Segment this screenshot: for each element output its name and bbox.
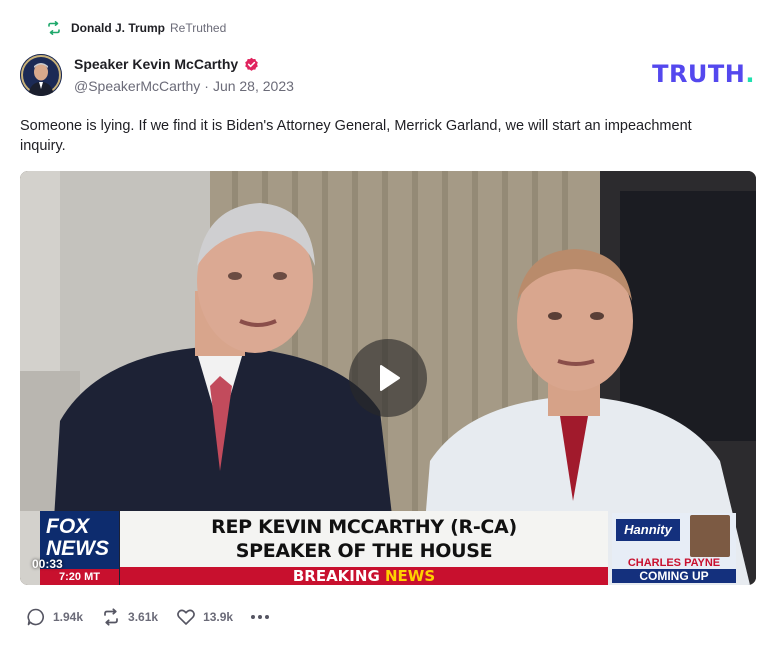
more-options-button[interactable]	[251, 615, 270, 619]
play-button[interactable]	[349, 339, 427, 417]
author-handle[interactable]: @SpeakerMcCarthy	[74, 78, 200, 94]
retruther-name[interactable]: Donald J. Trump	[71, 21, 165, 35]
breaking-word: BREAKING	[292, 567, 385, 585]
video-player[interactable]: FOX NEWS 7:20 MT REP KEVIN MCCARTHY (R-C…	[20, 171, 756, 585]
show-name: Hannity	[616, 519, 680, 541]
truth-logo-text: TRUTH	[652, 60, 746, 88]
show-promo: Hannity CHARLES PAYNE COMING UP	[612, 513, 736, 583]
headline-box: REP KEVIN MCCARTHY (R-CA) SPEAKER OF THE…	[120, 511, 608, 567]
reply-count: 1.94k	[53, 610, 84, 624]
anchor-name: CHARLES PAYNE	[627, 557, 721, 569]
like-count: 13.9k	[203, 610, 234, 624]
retruth-label: ReTruthed	[170, 21, 227, 35]
retruth-button[interactable]: 3.61k	[101, 607, 158, 627]
verified-badge-icon	[245, 57, 258, 71]
reply-button[interactable]: 1.94k	[26, 607, 83, 627]
video-duration: 00:33	[32, 557, 63, 571]
more-icon	[251, 615, 256, 619]
post-author: Speaker Kevin McCarthy @SpeakerMcCarthy ·…	[20, 54, 294, 96]
broadcast-clock: 7:20 MT	[40, 569, 119, 585]
play-icon	[380, 365, 400, 391]
truth-logo-dot: .	[745, 60, 755, 88]
truth-logo[interactable]: TRUTH.	[652, 60, 755, 88]
network-line1: FOX	[46, 515, 90, 538]
author-name[interactable]: Speaker Kevin McCarthy	[74, 56, 238, 72]
avatar[interactable]	[20, 54, 62, 96]
meta-separator: ·	[204, 78, 209, 94]
retruth-count: 3.61k	[128, 610, 159, 624]
retruth-icon	[48, 21, 60, 35]
retruth-header: Donald J. Trump ReTruthed	[46, 19, 226, 37]
coming-up-label: COMING UP	[612, 569, 736, 583]
reply-icon	[27, 608, 44, 626]
breaking-news-bar: BREAKING NEWS	[120, 567, 608, 585]
like-button[interactable]: 13.9k	[176, 607, 233, 627]
post-text: Someone is lying. If we find it is Biden…	[20, 118, 692, 154]
news-lower-third: FOX NEWS 7:20 MT REP KEVIN MCCARTHY (R-C…	[40, 511, 736, 585]
headline-line2: SPEAKER OF THE HOUSE	[235, 540, 493, 562]
anchor-photo	[690, 515, 730, 557]
retruth-icon	[104, 608, 118, 626]
post-date[interactable]: Jun 28, 2023	[213, 78, 294, 94]
heart-icon	[177, 609, 195, 625]
news-word: NEWS	[384, 567, 436, 585]
fox-news-logo: FOX NEWS 7:20 MT	[40, 511, 119, 585]
post-actions: 1.94k 3.61k 13.9k	[26, 607, 270, 627]
headline-line1: REP KEVIN MCCARTHY (R-CA)	[211, 516, 517, 538]
